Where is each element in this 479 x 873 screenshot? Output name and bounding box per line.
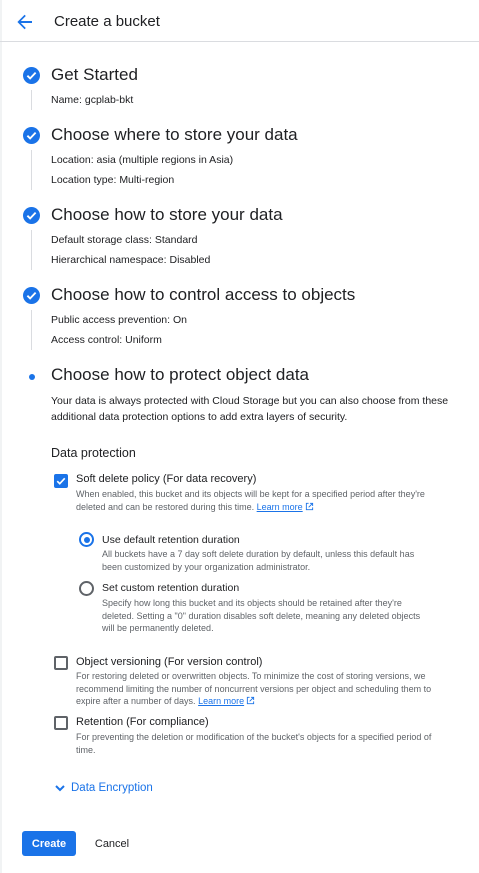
step-title-access[interactable]: Choose how to control access to objects [51, 285, 355, 305]
retention-default-radio[interactable] [79, 532, 94, 547]
data-encryption-expander[interactable]: Data Encryption [54, 782, 153, 794]
retention-custom-radio[interactable] [79, 581, 94, 596]
create-button[interactable]: Create [22, 831, 76, 856]
object-versioning-checkbox[interactable] [54, 656, 68, 670]
retention-custom-help: Specify how long this bucket and its obj… [102, 598, 421, 633]
step-title-location[interactable]: Choose where to store your data [51, 125, 298, 145]
step-connector [31, 150, 32, 190]
step-complete-check-icon [23, 67, 40, 84]
data-encryption-label[interactable]: Data Encryption [71, 782, 153, 794]
detail-storage-class: Default storage class: Standard [51, 234, 198, 246]
page-title: Create a bucket [54, 13, 160, 30]
retention-compliance-checkbox[interactable] [54, 716, 68, 730]
detail-location: Location: asia (multiple regions in Asia… [51, 154, 234, 166]
detail-name: Name: gcplab-bkt [51, 94, 134, 106]
page-header: Create a bucket [0, 0, 479, 42]
step-complete-check-icon [23, 287, 40, 304]
detail-access-control: Access control: Uniform [51, 334, 162, 346]
cancel-button[interactable]: Cancel [86, 831, 138, 856]
detail-location-type: Location type: Multi-region [51, 174, 175, 186]
step-connector [31, 230, 32, 270]
soft-delete-checkbox[interactable] [54, 474, 68, 488]
retention-compliance-label[interactable]: Retention (For compliance) [76, 716, 209, 728]
soft-delete-learn-more-link[interactable]: Learn more [257, 502, 303, 512]
soft-delete-label[interactable]: Soft delete policy (For data recovery) [76, 473, 256, 485]
step-description: Your data is always protected with Cloud… [51, 395, 449, 423]
left-edge-divider [0, 0, 2, 873]
object-versioning-label[interactable]: Object versioning (For version control) [76, 656, 262, 668]
step-title-storage[interactable]: Choose how to store your data [51, 205, 283, 225]
retention-default-label[interactable]: Use default retention duration [102, 534, 240, 546]
retention-custom-label[interactable]: Set custom retention duration [102, 582, 239, 594]
section-title-data-protection: Data protection [51, 446, 136, 460]
retention-compliance-help: For preventing the deletion or modificat… [76, 732, 432, 755]
external-link-icon [247, 696, 255, 705]
detail-public-access: Public access prevention: On [51, 314, 188, 326]
step-complete-check-icon [23, 127, 40, 144]
external-link-icon [305, 502, 313, 510]
back-arrow-icon[interactable] [14, 11, 36, 33]
object-versioning-help: For restoring deleted or overwritten obj… [76, 671, 432, 706]
detail-hierarchical-namespace: Hierarchical namespace: Disabled [51, 254, 211, 266]
chevron-down-icon [55, 785, 65, 792]
step-title-get-started[interactable]: Get Started [51, 65, 138, 85]
step-title-protection: Choose how to protect object data [51, 365, 309, 384]
step-current-dot-icon [29, 374, 35, 380]
soft-delete-help: When enabled, this bucket and its object… [76, 489, 425, 512]
step-complete-check-icon [23, 207, 40, 224]
retention-default-help: All buckets have a 7 day soft delete dur… [102, 549, 415, 572]
step-connector [31, 90, 32, 110]
step-connector [31, 310, 32, 350]
object-versioning-learn-more-link[interactable]: Learn more [198, 696, 244, 706]
